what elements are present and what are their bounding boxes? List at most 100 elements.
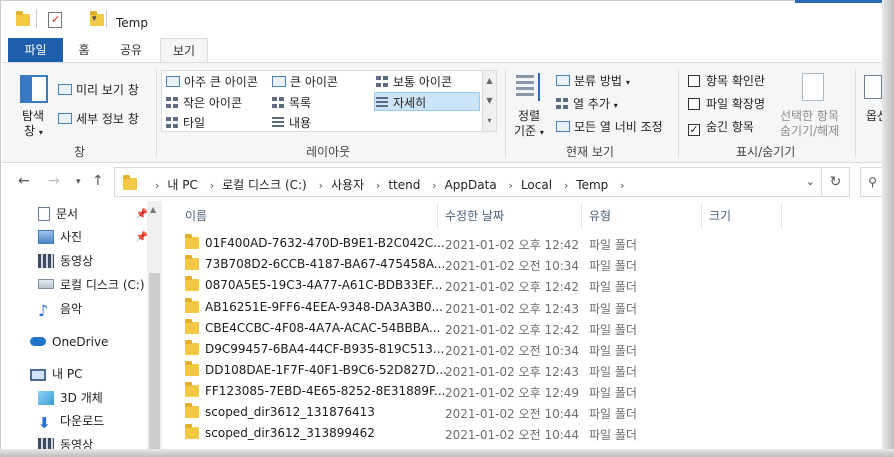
tab-view[interactable]: 보기: [160, 38, 208, 63]
divider: [855, 69, 856, 157]
file-name: DD108DAE-1F7F-40F1-B9C6-52D827D...: [205, 363, 447, 377]
breadcrumb-item[interactable]: 사용자: [331, 178, 364, 192]
navigation-pane-label: 탐색: [22, 109, 45, 123]
tab-share[interactable]: 공유: [108, 38, 154, 62]
folder-icon: [185, 255, 199, 270]
nav-item-this-pc[interactable]: 내 PC: [30, 363, 82, 385]
table-row[interactable]: FF123085-7EBD-4E65-8252-8E31889F... 2021…: [163, 381, 882, 402]
recent-locations-icon[interactable]: ▾: [76, 177, 81, 187]
size-all-columns-button[interactable]: 모든 열 너비 조정: [556, 118, 663, 135]
table-row[interactable]: 73B708D2-6CCB-4187-BA67-475458A... 2021-…: [163, 254, 882, 275]
nav-item-local-disk[interactable]: 로컬 디스크 (C:): [38, 274, 145, 296]
table-row[interactable]: 0870A5E5-19C3-4A77-A61C-BDB33EF... 2021-…: [163, 275, 882, 296]
table-row[interactable]: CBE4CCBC-4F08-4A7A-ACAC-54BBBA... 2021-0…: [163, 318, 882, 339]
nav-item-documents[interactable]: 문서: [38, 203, 78, 225]
column-header-type[interactable]: 유형: [589, 201, 611, 231]
file-name: D9C99457-6BA4-44CF-B935-819C513...: [205, 342, 445, 356]
table-row[interactable]: DD108DAE-1F7F-40F1-B9C6-52D827D... 2021-…: [163, 360, 882, 381]
file-date: 2021-01-02 오후 12:49: [445, 386, 580, 400]
group-by-label: 분류 방법: [574, 74, 622, 88]
nav-item-onedrive[interactable]: OneDrive: [30, 331, 108, 353]
hidden-items-toggle[interactable]: ✓ 숨긴 항목: [688, 118, 754, 136]
search-icon[interactable]: ⚲: [860, 167, 884, 197]
nav-item-3d-objects[interactable]: 3D 개체: [38, 387, 103, 409]
item-checkboxes-checkbox[interactable]: [688, 75, 700, 87]
breadcrumb-item[interactable]: Local: [521, 178, 552, 192]
table-row[interactable]: scoped_dir3612_313899462 2021-01-02 오전 1…: [163, 423, 882, 444]
breadcrumb-item[interactable]: 내 PC: [167, 178, 197, 192]
scrollbar-thumb[interactable]: [149, 273, 160, 450]
column-divider[interactable]: [781, 203, 782, 229]
up-arrow-icon[interactable]: ↑: [92, 173, 104, 189]
nav-item-label: 동영상: [60, 254, 94, 268]
file-type: 파일 폴더: [589, 344, 637, 358]
layout-gallery-scroller[interactable]: ▲ ▼ ▾: [482, 71, 496, 131]
breadcrumb-item[interactable]: ttend: [388, 178, 420, 192]
nav-item-videos[interactable]: 동영상: [38, 250, 93, 272]
details-pane-button[interactable]: 세부 정보 창: [58, 110, 139, 127]
hidden-items-checkbox[interactable]: ✓: [688, 124, 700, 136]
back-arrow-icon[interactable]: ←: [18, 173, 30, 189]
file-extensions-checkbox[interactable]: [688, 98, 700, 110]
breadcrumb-item[interactable]: Temp: [576, 178, 608, 192]
medium-icons-icon: [376, 76, 388, 87]
item-checkboxes-toggle[interactable]: 항목 확인란: [688, 72, 765, 89]
table-row[interactable]: AB16251E-9FF6-4EEA-9348-DA3A3B0... 2021-…: [163, 297, 882, 318]
forward-arrow-icon[interactable]: →: [48, 173, 60, 189]
file-extensions-toggle[interactable]: 파일 확장명: [688, 95, 765, 112]
breadcrumb-item[interactable]: 로컬 디스크 (C:): [222, 178, 307, 192]
small-icons-icon: [166, 97, 178, 108]
address-bar[interactable]: › 내 PC › 로컬 디스크 (C:) › 사용자 › ttend › AppData …: [114, 167, 822, 197]
file-type: 파일 폴더: [589, 386, 637, 400]
layout-medium-icons[interactable]: 보통 아이콘: [376, 73, 452, 90]
scroll-up-icon[interactable]: ▲: [483, 71, 496, 91]
column-header-date[interactable]: 수정한 날짜: [445, 201, 504, 231]
nav-item-downloads[interactable]: ⬇ 다운로드: [38, 410, 104, 432]
column-header-size[interactable]: 크기: [709, 201, 731, 231]
nav-item-videos-2[interactable]: 동영상: [38, 434, 93, 450]
chevron-down-icon[interactable]: ⌄: [806, 175, 815, 188]
details-pane-icon: [58, 113, 72, 124]
column-header-name[interactable]: 이름: [185, 201, 207, 231]
sort-by-dropdown[interactable]: 기준 ▾: [514, 122, 544, 139]
layout-extra-large-icons[interactable]: 아주 큰 아이콘: [166, 73, 258, 90]
nav-item-label: 음악: [60, 302, 83, 316]
navigation-pane-scrollbar[interactable]: ▲: [147, 201, 162, 450]
navigation-pane-dropdown[interactable]: 창 ▾: [24, 122, 43, 139]
expand-gallery-icon[interactable]: ▾: [483, 111, 496, 131]
add-columns-button[interactable]: 열 추가 ▾: [556, 95, 618, 112]
file-name: 0870A5E5-19C3-4A77-A61C-BDB33EF...: [205, 278, 443, 292]
scroll-down-icon[interactable]: ▼: [483, 91, 496, 111]
list-icon: [272, 97, 284, 108]
layout-small-icons[interactable]: 작은 아이콘: [166, 94, 242, 111]
file-type: 파일 폴더: [589, 407, 637, 421]
properties-icon[interactable]: ✓: [48, 12, 62, 28]
column-divider[interactable]: [437, 203, 438, 229]
refresh-icon[interactable]: ↻: [822, 167, 850, 197]
layout-large-icons[interactable]: 큰 아이콘: [272, 73, 338, 90]
layout-tiles[interactable]: 타일: [166, 114, 205, 131]
column-divider[interactable]: [701, 203, 702, 229]
breadcrumb-item[interactable]: AppData: [445, 178, 497, 192]
table-row[interactable]: 01F400AD-7632-470D-B9E1-B2C042C... 2021-…: [163, 233, 882, 254]
tab-file[interactable]: 파일: [8, 38, 63, 62]
layout-content[interactable]: 내용: [272, 114, 311, 131]
layout-list[interactable]: 목록: [272, 94, 311, 111]
layout-details[interactable]: 자세히: [376, 94, 426, 111]
group-by-button[interactable]: 분류 방법 ▾: [556, 72, 630, 89]
chevron-down-icon: ▾: [38, 128, 43, 137]
preview-pane-label: 미리 보기 창: [76, 83, 139, 97]
customize-quick-access-icon[interactable]: ▾: [92, 14, 97, 24]
table-row[interactable]: scoped_dir3612_131876413 2021-01-02 오전 1…: [163, 402, 882, 423]
table-row[interactable]: D9C99457-6BA4-44CF-B935-819C513... 2021-…: [163, 339, 882, 360]
nav-item-music[interactable]: ♪ 음악: [38, 298, 82, 320]
column-divider[interactable]: [581, 203, 582, 229]
chevron-right-icon: ›: [508, 179, 513, 192]
nav-item-pictures[interactable]: 사진: [38, 226, 82, 248]
file-type: 파일 폴더: [589, 238, 637, 252]
preview-pane-button[interactable]: 미리 보기 창: [58, 81, 139, 98]
scroll-up-icon[interactable]: ▲: [150, 205, 156, 214]
tab-home[interactable]: 홈: [68, 38, 100, 62]
file-name: 73B708D2-6CCB-4187-BA67-475458A...: [205, 257, 446, 271]
layout-label: 내용: [289, 116, 312, 130]
